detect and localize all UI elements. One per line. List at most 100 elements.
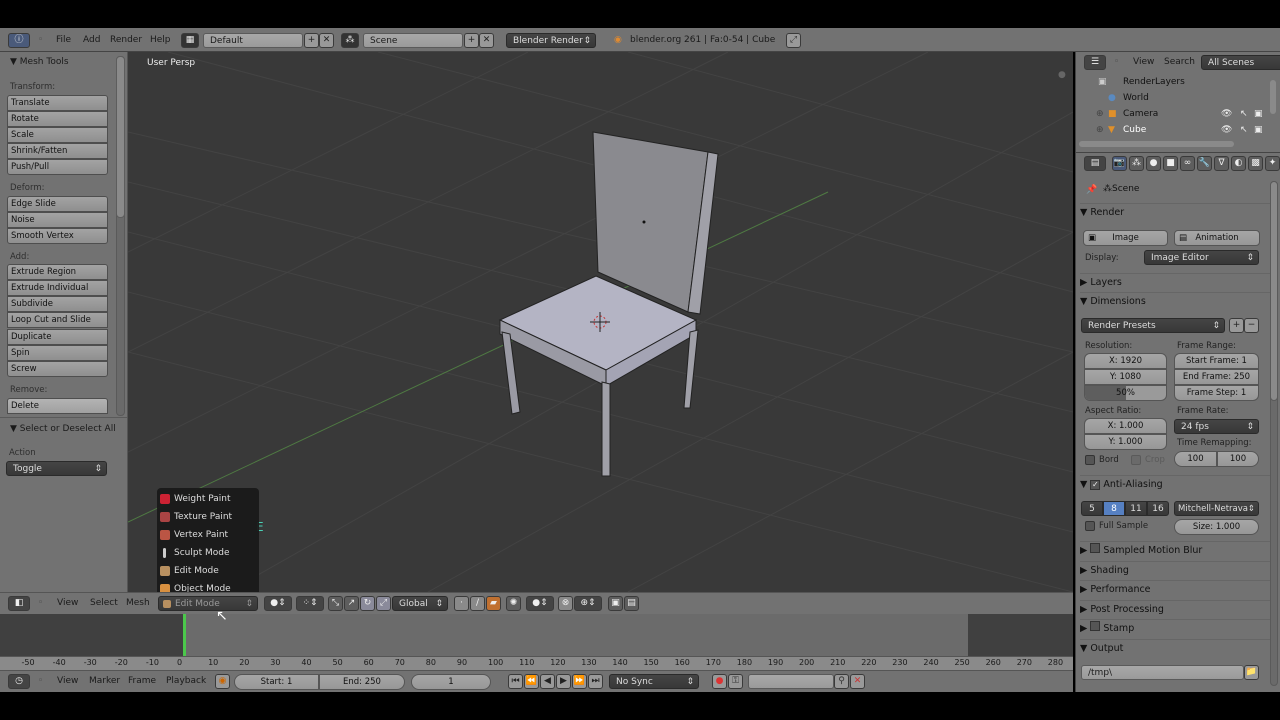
tab-object-icon[interactable]: ■ [1163, 156, 1178, 171]
start-frame-field[interactable]: Start Frame: 1 [1174, 353, 1259, 369]
screw-button[interactable]: Screw [7, 361, 108, 377]
jump-keyframe-back-button[interactable]: ⏪ [524, 674, 539, 689]
menu-view[interactable]: View [57, 598, 78, 608]
outliner-h-scrollbar[interactable] [1079, 141, 1234, 147]
full-sample-checkbox[interactable] [1085, 521, 1095, 531]
extrude-region-button[interactable]: Extrude Region [7, 264, 108, 280]
jump-keyframe-forward-button[interactable]: ⏩ [572, 674, 587, 689]
rotate-button[interactable]: Rotate [7, 111, 108, 127]
edge-select-icon[interactable]: / [470, 596, 485, 611]
spin-button[interactable]: Spin [7, 345, 108, 361]
menu-item-vertex-paint[interactable]: Vertex Paint [157, 526, 259, 544]
render-engine-select[interactable]: Blender Render ⇕ [506, 33, 596, 48]
add-preset-button[interactable]: + [1229, 318, 1244, 333]
transform-orientation-select[interactable]: Global ⇕ [392, 596, 448, 611]
mode-select[interactable]: Edit Mode ⇕ [158, 596, 258, 611]
delete-button[interactable]: Delete [7, 398, 108, 414]
fullscreen-button[interactable]: ⤢ [786, 33, 801, 48]
occlude-geometry-icon[interactable]: ✺ [506, 596, 521, 611]
viewport-corner-icon[interactable]: ● [1058, 70, 1066, 80]
panel-performance-header[interactable]: ▶ Performance [1080, 580, 1270, 598]
panel-sampled-motion-blur-header[interactable]: ▶ Sampled Motion Blur [1080, 541, 1270, 559]
vertex-select-icon[interactable]: · [454, 596, 469, 611]
render-animation-button[interactable]: ▤ Animation [1174, 230, 1260, 246]
auto-keying-record-button[interactable]: ● [712, 674, 727, 689]
selectable-cursor-icon[interactable]: ↖ [1240, 106, 1248, 122]
mesh-tools-header[interactable]: ▼ Mesh Tools [10, 57, 69, 67]
subdivide-button[interactable]: Subdivide [7, 296, 108, 312]
tab-constraints-icon[interactable]: ∞ [1180, 156, 1195, 171]
selectable-cursor-icon[interactable]: ↖ [1240, 122, 1248, 138]
editor-type-info-icon[interactable]: ⓘ [8, 33, 30, 48]
menu-help[interactable]: Help [150, 35, 171, 45]
menu-frame[interactable]: Frame [128, 676, 156, 686]
editor-type-3dview-icon[interactable]: ◧ [8, 596, 30, 611]
file-browse-icon[interactable]: 📁 [1244, 665, 1259, 680]
manipulator-toggle-icon[interactable]: ⤡ [328, 596, 343, 611]
menu-select[interactable]: Select [90, 598, 118, 608]
sync-mode-select[interactable]: No Sync ⇕ [609, 674, 699, 689]
aa-samples-8[interactable]: 8 [1103, 501, 1125, 516]
outliner-item-camera[interactable]: ⊕ ■ Camera 👁 ↖ ▣ [1076, 106, 1280, 122]
editor-type-timeline-icon[interactable]: ◷ [8, 674, 30, 689]
menu-item-texture-paint[interactable]: Texture Paint [157, 508, 259, 526]
tab-modifiers-icon[interactable]: 🔧 [1197, 156, 1212, 171]
expand-icon[interactable]: ⊕ [1096, 122, 1104, 138]
collapse-menu-icon[interactable]: ◦ [38, 676, 43, 686]
visibility-eye-icon[interactable]: 👁 [1221, 106, 1232, 122]
menu-add[interactable]: Add [83, 35, 100, 45]
delete-layout-button[interactable]: ✕ [319, 33, 334, 48]
timeline-ruler[interactable]: -50 -40 -30 -20 -10 0 10 20 30 40 50 60 70 80 90 100 110… [0, 656, 1073, 670]
screen-layout-icon[interactable]: ▦ [181, 33, 199, 48]
edge-slide-button[interactable]: Edge Slide [7, 196, 108, 212]
menu-view[interactable]: View [57, 676, 78, 686]
render-image-button[interactable]: ▣ Image [1083, 230, 1168, 246]
aa-filter-select[interactable]: Mitchell-Netrava ⇕ [1174, 501, 1259, 516]
menu-playback[interactable]: Playback [166, 676, 206, 686]
shrink-fatten-button[interactable]: Shrink/Fatten [7, 143, 108, 159]
scale-button[interactable]: Scale [7, 127, 108, 143]
menu-mesh[interactable]: Mesh [126, 598, 150, 608]
panel-stamp-header[interactable]: ▶ Stamp [1080, 619, 1270, 637]
render-anim-opengl-icon[interactable]: ▤ [624, 596, 639, 611]
collapse-menu-icon[interactable]: ◦ [1114, 57, 1119, 67]
editor-type-properties-icon[interactable]: ▤ [1084, 156, 1106, 171]
end-frame-field[interactable]: End Frame: 250 [1174, 369, 1259, 385]
properties-scrollbar[interactable] [1270, 181, 1278, 401]
loop-cut-slide-button[interactable]: Loop Cut and Slide [7, 312, 108, 328]
pin-icon[interactable]: 📌 [1086, 185, 1097, 195]
current-frame-field[interactable]: 1 [411, 674, 491, 690]
3d-viewport[interactable]: User Persp E ● [128, 52, 1073, 592]
noise-button[interactable]: Noise [7, 212, 108, 228]
menu-item-weight-paint[interactable]: Weight Paint [157, 490, 259, 508]
aa-samples-11[interactable]: 11 [1125, 501, 1147, 516]
aa-samples-5[interactable]: 5 [1081, 501, 1103, 516]
keying-set-field[interactable] [748, 674, 834, 689]
end-frame-field[interactable]: End: 250 [319, 674, 405, 690]
tab-data-icon[interactable]: ∇ [1214, 156, 1229, 171]
insert-keyframe-icon[interactable]: ⚲ [834, 674, 849, 689]
play-button[interactable]: ▶ [556, 674, 571, 689]
use-preview-range-icon[interactable]: ◉ [215, 674, 230, 689]
face-select-icon[interactable]: ▰ [486, 596, 501, 611]
scene-field[interactable]: Scene [363, 33, 463, 48]
add-scene-button[interactable]: + [464, 33, 479, 48]
extrude-individual-button[interactable]: Extrude Individual [7, 280, 108, 296]
editor-type-outliner-icon[interactable]: ☰ [1084, 55, 1106, 70]
smooth-vertex-button[interactable]: Smooth Vertex [7, 228, 108, 244]
renderable-camera-icon[interactable]: ▣ [1254, 106, 1263, 122]
frame-rate-select[interactable]: 24 fps ⇕ [1174, 419, 1259, 434]
translate-manipulator-icon[interactable]: ↗ [344, 596, 359, 611]
proportional-edit-select[interactable]: ●⇕ [526, 596, 554, 611]
stamp-checkbox[interactable] [1090, 621, 1101, 631]
outliner-item-cube[interactable]: ⊕ ▼ Cube 👁 ↖ ▣ [1076, 122, 1280, 138]
filter-size-field[interactable]: Size: 1.000 [1174, 519, 1259, 535]
panel-dimensions-header[interactable]: ▼ Dimensions [1080, 292, 1270, 310]
expand-icon[interactable]: ⊕ [1096, 106, 1104, 122]
aa-samples-16[interactable]: 16 [1147, 501, 1169, 516]
border-checkbox[interactable] [1085, 455, 1095, 465]
jump-start-button[interactable]: ⏮ [508, 674, 523, 689]
rotate-manipulator-icon[interactable]: ↻ [360, 596, 375, 611]
renderable-camera-icon[interactable]: ▣ [1254, 122, 1263, 138]
add-layout-button[interactable]: + [304, 33, 319, 48]
